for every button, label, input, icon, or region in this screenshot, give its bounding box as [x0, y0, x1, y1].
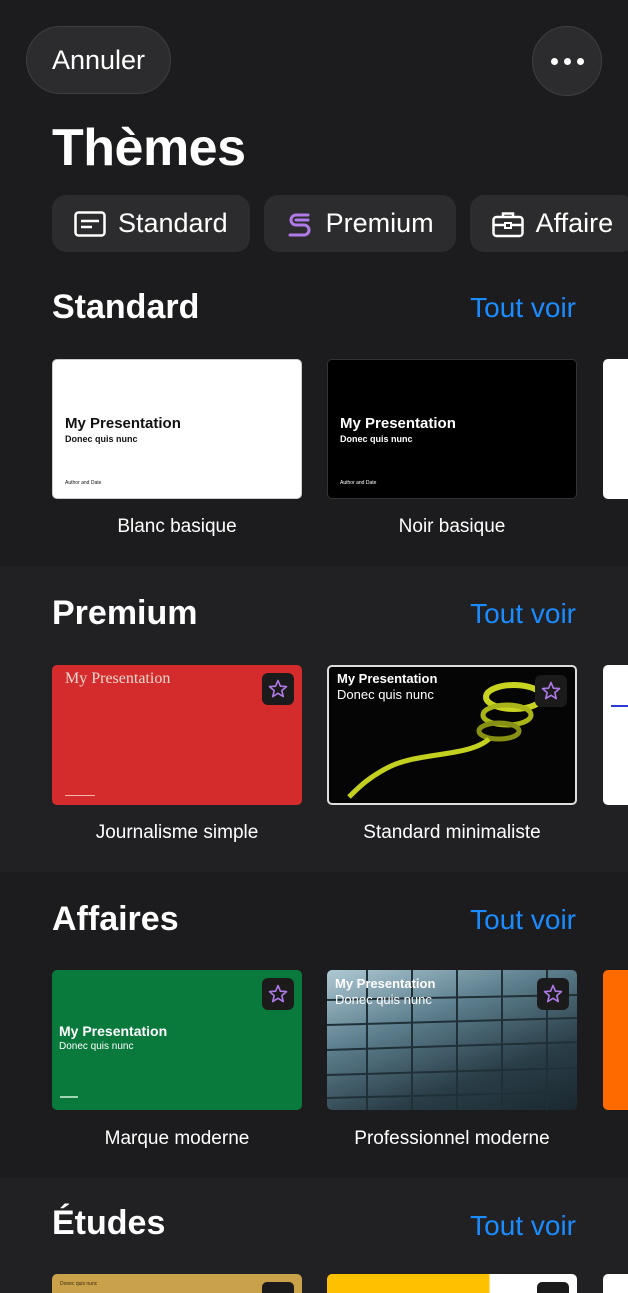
section-title: Études [52, 1204, 166, 1242]
theme-card-noir-basique[interactable]: My Presentation Donec quis nunc Author a… [327, 359, 577, 499]
thumb-footer: Author and Date [65, 480, 102, 486]
slide-icon [74, 210, 106, 237]
more-options-button[interactable] [532, 26, 602, 96]
thumb-footer: Author and Date [340, 480, 377, 486]
chip-label: Premium [325, 208, 434, 238]
theme-card-partial[interactable] [603, 665, 628, 805]
thumb-title: My Presentation [59, 1023, 168, 1039]
theme-card-partial[interactable] [603, 359, 628, 499]
thumb-subtitle: Donec quis nunc [59, 1041, 134, 1052]
theme-card-partial[interactable] [603, 970, 628, 1110]
premium-icon [288, 213, 311, 236]
see-all-link[interactable]: Tout voir [470, 292, 576, 324]
thumb-subtitle: Donec quis nunc [335, 992, 432, 1007]
thumb-title: My Presentation [337, 671, 438, 686]
theme-card-blanc-basique[interactable]: My Presentation Donec quis nunc Author a… [52, 359, 302, 499]
category-chips: Standard Premium Affaire [52, 195, 628, 252]
theme-card-etudes-2[interactable] [327, 1274, 577, 1293]
chip-label: Standard [118, 208, 228, 238]
theme-label: Noir basique [398, 516, 506, 537]
thumb-title: My Presentation [65, 670, 171, 687]
premium-star-icon [262, 978, 294, 1010]
see-all-link[interactable]: Tout voir [470, 1210, 576, 1242]
thumb-footer-line [60, 1096, 78, 1098]
thumb-title: My Presentation [65, 415, 181, 432]
premium-star-icon [537, 978, 569, 1010]
section-title: Affaires [52, 900, 179, 938]
see-all-link[interactable]: Tout voir [470, 904, 576, 936]
chip-label: Affaire [535, 208, 614, 238]
top-bar: Annuler [26, 26, 602, 96]
theme-card-journalisme-simple[interactable]: My Presentation [52, 665, 302, 805]
thumb-title: My Presentation [340, 415, 456, 432]
premium-star-icon [535, 675, 567, 707]
more-dot-icon [576, 57, 584, 65]
thumb-footer-line [65, 795, 95, 796]
theme-card-marque-moderne[interactable]: My Presentation Donec quis nunc [52, 970, 302, 1110]
cancel-button[interactable]: Annuler [26, 26, 171, 94]
theme-card-standard-minimaliste[interactable]: My Presentation Donec quis nunc [327, 665, 577, 805]
thumb-title: My Presentation [335, 976, 436, 991]
briefcase-icon [491, 211, 524, 237]
theme-card-professionnel-moderne[interactable]: My Presentation Donec quis nunc [327, 970, 577, 1110]
chip-premium[interactable]: Premium [263, 195, 456, 252]
thumb-subtitle: Donec quis nunc [65, 434, 138, 444]
thumb-subtitle: Donec quis nunc [60, 1281, 98, 1287]
premium-star-icon [537, 1282, 569, 1293]
page-title: Thèmes [52, 119, 246, 177]
theme-label: Marque moderne [104, 1128, 250, 1149]
theme-card-partial[interactable] [603, 1274, 628, 1293]
more-dot-icon [550, 57, 558, 65]
theme-label: Blanc basique [117, 516, 237, 537]
thumb-subtitle: Donec quis nunc [337, 687, 434, 702]
section-etudes: Études Tout voir Donec quis nunc [0, 1178, 628, 1293]
section-standard: Standard Tout voir My Presentation Donec… [0, 270, 628, 566]
chip-standard[interactable]: Standard [52, 195, 250, 252]
section-premium: Premium Tout voir My Presentation Journa… [0, 566, 628, 872]
premium-star-icon [262, 1282, 294, 1293]
thumb-accent-line [611, 705, 628, 707]
section-title: Standard [52, 288, 200, 326]
premium-star-icon [262, 673, 294, 705]
chip-affaires[interactable]: Affaire [469, 195, 628, 252]
theme-label: Professionnel moderne [354, 1128, 550, 1149]
theme-card-etudes-1[interactable]: Donec quis nunc [52, 1274, 302, 1293]
theme-label: Journalisme simple [95, 822, 259, 843]
thumb-subtitle: Donec quis nunc [340, 434, 413, 444]
section-title: Premium [52, 594, 198, 632]
section-affaires: Affaires Tout voir My Presentation Donec… [0, 872, 628, 1178]
see-all-link[interactable]: Tout voir [470, 598, 576, 630]
theme-label: Standard minimaliste [363, 822, 541, 843]
more-dot-icon [563, 57, 571, 65]
